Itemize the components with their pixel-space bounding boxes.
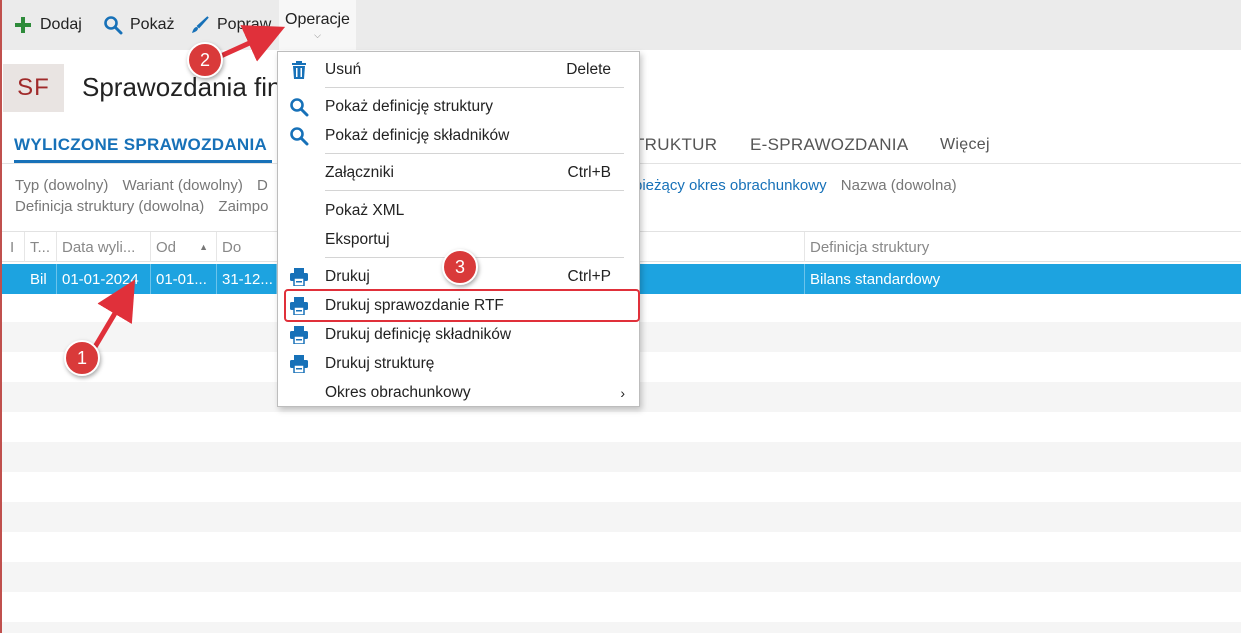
menu-item-print-structure[interactable]: Drukuj strukturę — [278, 349, 639, 378]
filter-row-1: Typ (dowolny) Wariant (dowolny) D — [15, 177, 278, 194]
menu-item-label: Okres obrachunkowy — [325, 383, 471, 401]
tab-e-reports[interactable]: E-SPRAWOZDANIA — [750, 128, 908, 162]
tab-more[interactable]: Więcej — [940, 128, 990, 162]
menu-item-delete[interactable]: Usuń Delete — [278, 55, 639, 84]
printer-icon — [288, 353, 310, 375]
highlight-rectangle — [284, 289, 640, 322]
column-header-to[interactable]: Do — [217, 232, 277, 262]
menu-separator — [325, 87, 624, 88]
filter-row-1-right: bieżący okres obrachunkowy Nazwa (dowoln… — [634, 177, 967, 194]
printer-icon — [288, 266, 310, 288]
printer-icon — [288, 324, 310, 346]
filter-structure-definition[interactable]: Definicja struktury (dowolna) — [15, 198, 204, 215]
menu-item-label: Załączniki — [325, 163, 394, 181]
menu-item-attachments[interactable]: Załączniki Ctrl+B — [278, 158, 639, 187]
table-row[interactable] — [0, 622, 1241, 633]
column-header-type[interactable]: T... — [25, 232, 57, 262]
filter-row-2: Definicja struktury (dowolna) Zaimpo — [15, 198, 278, 215]
menu-item-label: Drukuj definicję składników — [325, 325, 512, 343]
menu-item-print-component-definition[interactable]: Drukuj definicję składników — [278, 320, 639, 349]
search-icon — [102, 14, 124, 36]
toolbar: Dodaj Pokaż Popraw Operacje ⌵ — [0, 0, 1241, 50]
filter-date[interactable]: D — [257, 177, 268, 194]
menu-item-show-component-definition[interactable]: Pokaż definicję składników — [278, 121, 639, 150]
menu-item-shortcut: Delete — [566, 60, 611, 78]
plus-icon — [12, 14, 34, 36]
filter-period[interactable]: bieżący okres obrachunkowy — [634, 177, 827, 194]
filter-type[interactable]: Typ (dowolny) — [15, 177, 108, 194]
add-button[interactable]: Dodaj — [12, 0, 82, 50]
column-header-indicator[interactable]: I — [5, 232, 25, 262]
tab-computed-reports[interactable]: WYLICZONE SPRAWOZDANIA — [14, 128, 267, 162]
column-header-from[interactable]: Od ▲ — [151, 232, 217, 262]
table-row[interactable] — [0, 502, 1241, 532]
column-header-structure-definition[interactable]: Definicja struktury — [804, 232, 1241, 262]
cell-type: Bil — [25, 264, 57, 294]
menu-item-label: Pokaż definicję składników — [325, 126, 510, 144]
menu-separator — [325, 190, 624, 191]
search-icon — [288, 96, 310, 118]
menu-separator — [325, 153, 624, 154]
chevron-down-icon: ⌵ — [314, 30, 321, 40]
menu-item-accounting-period[interactable]: Okres obrachunkowy › — [278, 378, 639, 407]
filter-import[interactable]: Zaimpo — [218, 198, 268, 215]
filter-name[interactable]: Nazwa (dowolna) — [841, 177, 957, 194]
menu-item-shortcut: Ctrl+B — [567, 163, 612, 181]
annotation-badge-2: 2 — [187, 42, 223, 78]
filter-variant[interactable]: Wariant (dowolny) — [123, 177, 243, 194]
table-row[interactable] — [0, 562, 1241, 592]
sort-ascending-icon: ▲ — [199, 242, 208, 252]
show-button[interactable]: Pokaż — [102, 0, 174, 50]
menu-item-label: Drukuj strukturę — [325, 354, 435, 372]
cell-structure-definition: Bilans standardowy — [804, 264, 1241, 294]
add-button-label: Dodaj — [40, 16, 82, 33]
brush-icon — [189, 14, 211, 36]
edit-button-label: Popraw — [217, 16, 272, 33]
window-edge — [0, 0, 2, 633]
menu-item-shortcut: Ctrl+P — [567, 267, 612, 285]
operations-menu: Usuń Delete Pokaż definicję struktury Po… — [277, 51, 640, 407]
page-title: Sprawozdania fin — [82, 72, 282, 102]
menu-item-label: Pokaż definicję struktury — [325, 97, 493, 115]
chevron-right-icon: › — [620, 384, 625, 401]
menu-item-show-xml[interactable]: Pokaż XML — [278, 196, 639, 225]
menu-item-label: Eksportuj — [325, 230, 390, 248]
cell-from: 01-01... — [151, 264, 217, 294]
operations-button[interactable]: Operacje ⌵ — [279, 0, 356, 50]
annotation-badge-3: 3 — [442, 249, 478, 285]
module-badge: SF — [3, 64, 64, 112]
menu-item-label: Pokaż XML — [325, 201, 405, 219]
menu-item-show-structure-definition[interactable]: Pokaż definicję struktury — [278, 92, 639, 121]
annotation-badge-1: 1 — [64, 340, 100, 376]
show-button-label: Pokaż — [130, 16, 175, 33]
table-row[interactable] — [0, 442, 1241, 472]
search-icon — [288, 125, 310, 147]
cell-to: 31-12... — [217, 264, 277, 294]
trash-icon — [288, 59, 310, 81]
tab-structures[interactable]: TRUKTUR — [634, 128, 717, 162]
column-header-calc-date[interactable]: Data wyli... — [57, 232, 151, 262]
menu-item-label: Drukuj — [325, 267, 370, 285]
operations-button-label: Operacje — [285, 11, 350, 28]
cell-calc-date: 01-01-2024 — [57, 264, 151, 294]
menu-item-label: Usuń — [325, 60, 362, 78]
column-header-from-label: Od — [156, 238, 177, 256]
